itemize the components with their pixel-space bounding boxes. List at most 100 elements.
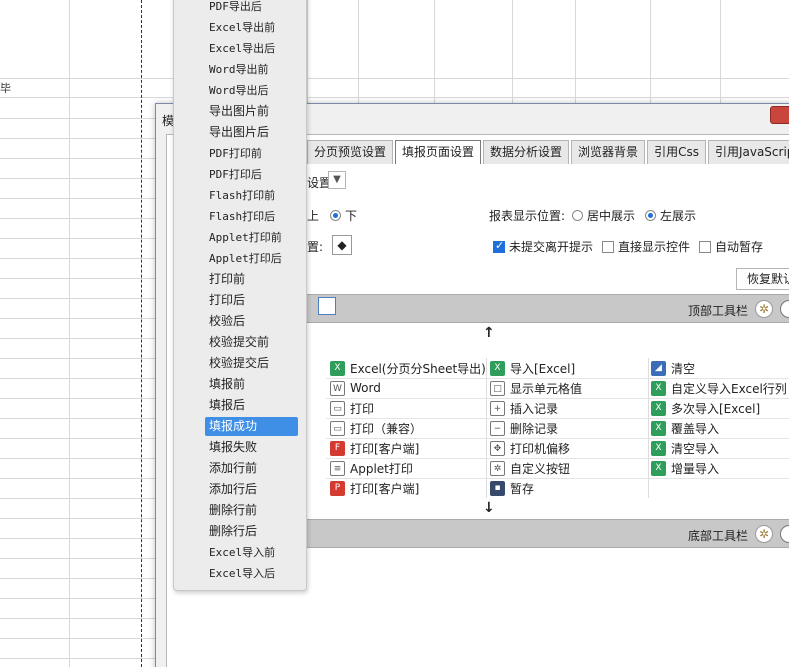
tab-paging-preview[interactable]: 分页预览设置	[307, 140, 394, 164]
chevron-down-icon[interactable]: ▼	[328, 171, 346, 189]
printer-icon: ▭	[330, 400, 345, 416]
toolbar-button-label: 自定义导入Excel行列	[671, 381, 787, 396]
menu-item[interactable]: 打印后	[205, 291, 298, 310]
menu-item[interactable]: Flash打印后	[205, 207, 298, 226]
display-left-option[interactable]: 左展示	[645, 207, 696, 224]
toolbar-button[interactable]: ▭ 打印（兼容）	[330, 418, 422, 438]
toolbar-button[interactable]: ▪ 暂存	[490, 478, 534, 498]
toolbar-button[interactable]: □ 显示单元格值	[490, 378, 582, 398]
toolbar-button[interactable]: ✲ 自定义按钮	[490, 458, 570, 478]
tab-data-analysis[interactable]: 数据分析设置	[483, 140, 570, 164]
settings-icon[interactable]	[780, 300, 789, 318]
toolbar-button[interactable]: P 打印[客户端]	[330, 478, 419, 498]
menu-item[interactable]: 删除行后	[205, 522, 298, 541]
toolbar-button[interactable]: X 导入[Excel]	[490, 358, 575, 378]
menu-item[interactable]: 导出图片前	[205, 102, 298, 121]
menu-item[interactable]: 填报后	[205, 396, 298, 415]
toolbar-button[interactable]: − 删除记录	[490, 418, 558, 438]
event-dropdown-menu: PDF导出后 Excel导出前 Excel导出后 Word导出前 Word导出后 导出图片…	[173, 0, 307, 591]
toolbar-button-label: 清空	[671, 361, 696, 376]
toolbar-button-label: 打印[客户端]	[350, 481, 420, 496]
settings-icon[interactable]	[780, 525, 789, 543]
excel-import-icon: X	[651, 460, 666, 476]
menu-item[interactable]: PDF导出后	[205, 0, 298, 16]
pdf-print-icon: P	[330, 480, 345, 496]
menu-item[interactable]: 填报成功	[205, 417, 298, 436]
cell-icon: □	[490, 380, 505, 396]
grid-divider	[326, 458, 789, 459]
menu-item[interactable]: Excel导入后	[205, 564, 298, 583]
position-bottom-option[interactable]: 下	[330, 207, 357, 224]
grid-divider	[648, 358, 649, 498]
toolbar-button-label: 打印[客户端]	[350, 441, 420, 456]
tab-css[interactable]: 引用Css	[647, 140, 706, 164]
toolbar-button-label: Excel(分页分Sheet导出)	[350, 361, 486, 376]
checkbox-unsaved-prompt[interactable]	[493, 239, 505, 253]
toolbar-button[interactable]: X 增量导入	[651, 458, 719, 478]
toolbar-button[interactable]: ▭ 打印	[330, 398, 374, 418]
bottom-toolbar-label: 底部工具栏	[688, 529, 749, 543]
toolbar-button[interactable]: X 自定义导入Excel行列	[651, 378, 787, 398]
menu-item[interactable]: Excel导出后	[205, 39, 298, 58]
toolbar-button-label: 导入[Excel]	[510, 361, 576, 376]
checkbox-auto-save[interactable]	[699, 241, 711, 253]
gear-icon: ✲	[490, 460, 505, 476]
display-position-label: 报表显示位置:	[489, 209, 566, 223]
menu-item[interactable]: 校验提交前	[205, 333, 298, 352]
toolbar-button[interactable]: W Word	[330, 378, 381, 398]
menu-item[interactable]: 打印前	[205, 270, 298, 289]
menu-item[interactable]: Word导出后	[205, 81, 298, 100]
tab-javascript[interactable]: 引用JavaScript	[707, 140, 789, 164]
auto-save-option[interactable]: 自动暂存	[699, 238, 763, 255]
paint-bucket-icon[interactable]: ◆	[332, 235, 352, 255]
menu-item[interactable]: Excel导入前	[205, 543, 298, 562]
toolbar-button[interactable]: X 多次导入[Excel]	[651, 398, 760, 418]
radio-left[interactable]	[645, 210, 656, 221]
gear-icon[interactable]: ✲	[755, 300, 773, 318]
toolbar-button[interactable]: X Excel(分页分Sheet导出)	[330, 358, 486, 378]
menu-item[interactable]: Word导出前	[205, 60, 298, 79]
gear-icon[interactable]: ✲	[755, 525, 773, 543]
excel-icon: X	[330, 360, 345, 376]
display-center-option[interactable]: 居中展示	[572, 207, 635, 224]
toolbar-button[interactable]: F 打印[客户端]	[330, 438, 419, 458]
toolbar-button-label: 增量导入	[671, 461, 720, 476]
tab-fill-page[interactable]: 填报页面设置	[395, 140, 482, 164]
arrow-down-icon[interactable]: ↓	[483, 500, 495, 516]
tab-browser-background[interactable]: 浏览器背景	[571, 140, 646, 164]
close-button[interactable]	[770, 106, 789, 124]
restore-default-button[interactable]: 恢复默认	[736, 268, 789, 290]
toolbar-button-label: 插入记录	[510, 401, 559, 416]
menu-item[interactable]: 删除行前	[205, 501, 298, 520]
radio-center[interactable]	[572, 210, 583, 221]
toolbar-button[interactable]: ◢ 清空	[651, 358, 695, 378]
menu-item[interactable]: 校验后	[205, 312, 298, 331]
menu-item[interactable]: 添加行后	[205, 480, 298, 499]
menu-item[interactable]: 填报失败	[205, 438, 298, 457]
toolbar-button[interactable]: X 覆盖导入	[651, 418, 719, 438]
checkbox-show-controls[interactable]	[602, 241, 614, 253]
toolbar-button[interactable]: + 插入记录	[490, 398, 558, 418]
grid-divider	[326, 478, 789, 479]
unsaved-prompt-option[interactable]: 未提交离开提示	[493, 238, 593, 255]
menu-item[interactable]: Applet打印后	[205, 249, 298, 268]
show-controls-option[interactable]: 直接显示控件	[602, 238, 690, 255]
menu-item[interactable]: Excel导出前	[205, 18, 298, 37]
menu-item[interactable]: 校验提交后	[205, 354, 298, 373]
radio-bottom[interactable]	[330, 210, 341, 221]
menu-item[interactable]: Flash打印前	[205, 186, 298, 205]
menu-item[interactable]: Applet打印前	[205, 228, 298, 247]
bottom-toolbar-bar: 底部工具栏 ✲	[300, 519, 789, 548]
eraser-icon: ◢	[651, 360, 666, 376]
toolbar-button[interactable]: X 清空导入	[651, 438, 719, 458]
menu-item[interactable]: 导出图片后	[205, 123, 298, 142]
window-icon[interactable]	[318, 297, 336, 315]
toolbar-button[interactable]: ≡ Applet打印	[330, 458, 413, 478]
menu-item[interactable]: 添加行前	[205, 459, 298, 478]
menu-item[interactable]: PDF打印前	[205, 144, 298, 163]
menu-item[interactable]: PDF打印后	[205, 165, 298, 184]
position-top-label: 上	[307, 209, 320, 223]
arrow-up-icon[interactable]: ↑	[483, 325, 495, 341]
toolbar-button[interactable]: ✥ 打印机偏移	[490, 438, 570, 458]
menu-item[interactable]: 填报前	[205, 375, 298, 394]
